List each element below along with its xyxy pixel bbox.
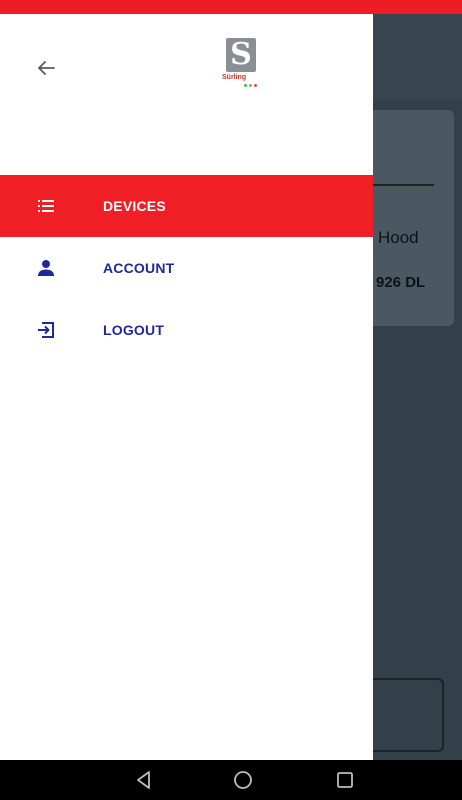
menu-item-devices[interactable]: DEVICES: [0, 175, 373, 237]
device-card-title: Hood: [378, 228, 419, 247]
navigation-drawer: S Sürling DEVICES ACCOUNT LOGOUT: [0, 14, 373, 760]
menu-item-logout-label: LOGOUT: [103, 322, 165, 338]
nav-home-icon[interactable]: [231, 768, 255, 792]
system-nav-bar: [0, 760, 462, 800]
menu-item-account-label: ACCOUNT: [103, 260, 175, 276]
device-card-divider: [372, 184, 434, 186]
logo-dots: [244, 84, 257, 87]
status-bar: [0, 0, 462, 14]
drawer-menu: DEVICES ACCOUNT LOGOUT: [0, 175, 373, 361]
nav-recents-icon[interactable]: [333, 768, 357, 792]
person-icon: [38, 260, 54, 276]
logo-wordmark: Sürling: [222, 74, 247, 81]
menu-item-logout[interactable]: LOGOUT: [0, 299, 373, 361]
arrow-left-icon[interactable]: [34, 56, 58, 80]
brand-logo: S Sürling: [220, 38, 264, 90]
logo-s-mark: S: [226, 38, 256, 72]
nav-back-icon[interactable]: [132, 768, 156, 792]
menu-item-devices-label: DEVICES: [103, 198, 166, 214]
menu-item-account[interactable]: ACCOUNT: [0, 237, 373, 299]
logout-icon: [38, 322, 54, 338]
device-card-model: 926 DL: [376, 274, 426, 291]
device-card[interactable]: [360, 110, 454, 326]
list-icon: [38, 200, 54, 212]
